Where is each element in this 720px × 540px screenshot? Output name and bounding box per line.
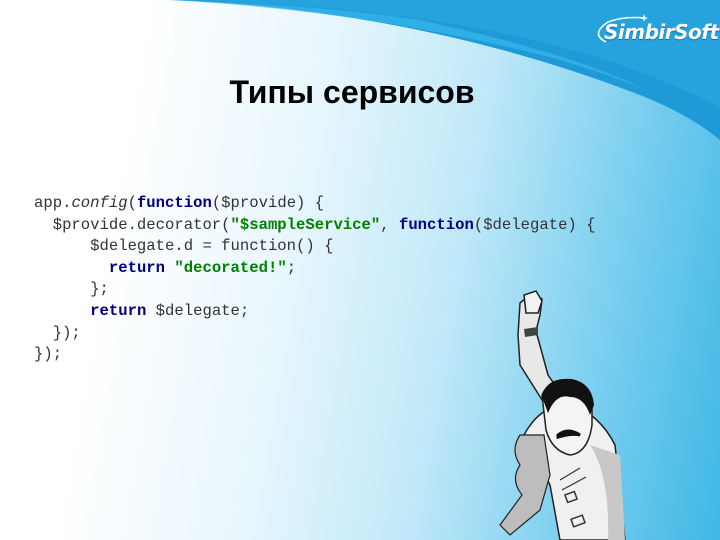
simbirsoft-logo: SimbirSoft (584, 12, 719, 48)
code-token: }); (34, 323, 81, 342)
code-token: ($delegate) { (473, 215, 596, 234)
code-token: $delegate; (146, 301, 250, 320)
code-token: ( (127, 194, 137, 212)
code-keyword: return (90, 301, 147, 320)
code-keyword: function (136, 194, 212, 212)
code-line: app.config(function($provide) { (34, 193, 596, 215)
code-string: "decorated!" (174, 258, 287, 277)
freddie-mercury-illustration (499, 290, 626, 540)
left-arm (499, 434, 551, 536)
code-keyword: return (108, 258, 166, 277)
code-token: ($provide) { (211, 194, 325, 212)
slide: SimbirSoft Типы сервисов app.config(func… (0, 0, 720, 540)
code-keyword: function (398, 215, 474, 234)
code-token: app. (34, 194, 72, 212)
fist (523, 290, 543, 314)
code-token: }; (34, 280, 109, 299)
code-token: ; (286, 258, 297, 277)
code-string: "$sampleService" (230, 215, 381, 234)
logo-text: SimbirSoft (604, 20, 719, 44)
code-token: $delegate.d = function() { (34, 237, 334, 256)
code-token: config (71, 194, 128, 212)
code-line: $provide.decorator("$sampleService", fun… (34, 215, 596, 237)
code-token: }); (34, 345, 63, 364)
code-token: $provide.decorator( (34, 215, 231, 234)
code-line: $delegate.d = function() { (34, 236, 596, 258)
slide-title: Типы сервисов (229, 74, 475, 110)
code-token: , (380, 215, 399, 234)
code-line: return "decorated!"; (34, 258, 596, 280)
